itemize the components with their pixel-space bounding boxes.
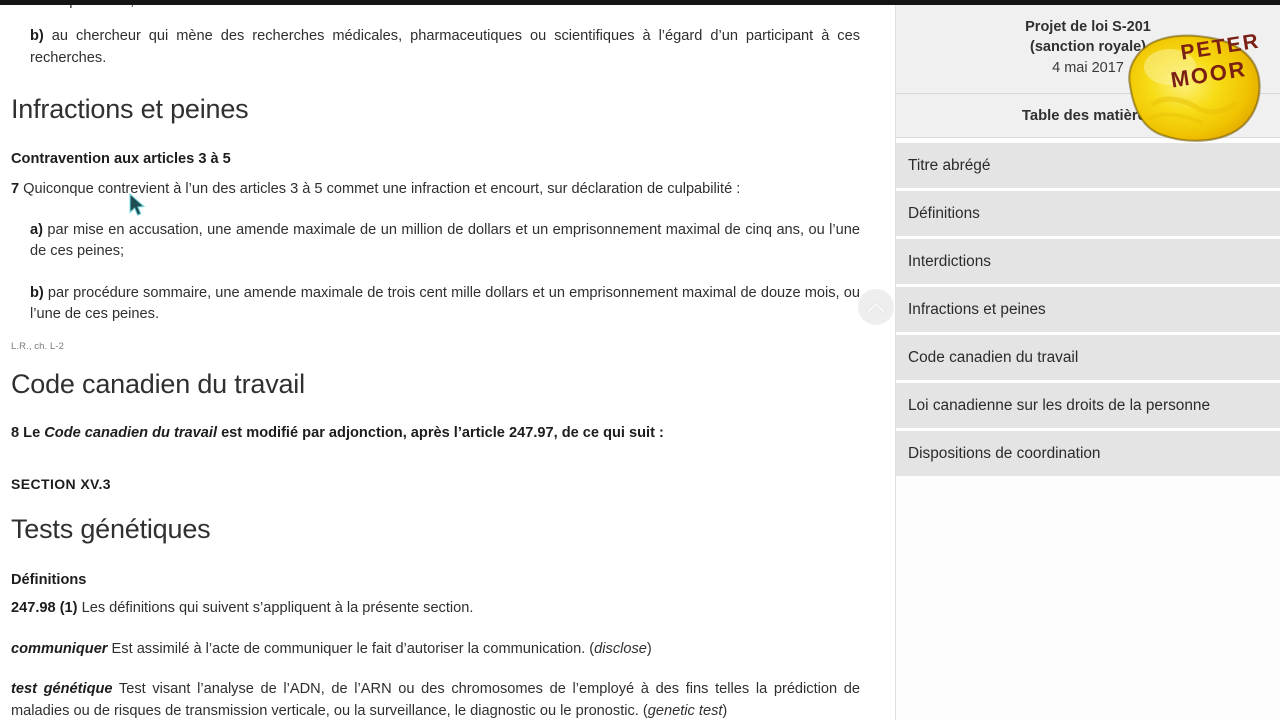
paragraph-b-researcher: b) au chercheur qui mène des recherches …	[30, 26, 860, 69]
paragraph-section-24798: 247.98 (1) Les définitions qui suivent s…	[11, 598, 860, 619]
toc-item-infractions-et-peines[interactable]: Infractions et peines	[896, 287, 1280, 332]
definition-term: communiquer	[11, 640, 108, 657]
heading-contravention-articles: Contravention aux articles 3 à 5	[11, 151, 231, 168]
label-section-xv3: SECTION XV.3	[11, 476, 111, 493]
definition-english-term: genetic test	[647, 702, 723, 719]
definition-test-genetique: test génétique Test visant l’analyse de …	[11, 679, 860, 720]
chevron-up-icon	[865, 301, 887, 314]
definition-term: test génétique	[11, 681, 113, 698]
mouse-cursor	[128, 192, 148, 219]
paragraph-text: par procédure sommaire, une amende maxim…	[30, 284, 860, 323]
definition-body: Est assimilé à l’acte de communiquer le …	[107, 640, 595, 657]
document-content-column: d'une personne; b) au chercheur qui mène…	[0, 0, 888, 720]
definition-close: )	[722, 702, 728, 719]
paragraph-a-indictment: a) par mise en accusation, une amende ma…	[30, 220, 860, 263]
heading-infractions-et-peines: Infractions et peines	[11, 94, 249, 125]
paragraph-post: est modifié par adjonction, après l’arti…	[217, 425, 664, 442]
cursor-arrow-icon	[129, 192, 146, 216]
definition-communiquer: communiquer Est assimilé à l’acte de com…	[11, 639, 860, 660]
definition-body: Test visant l’analyse de l’ADN, de l’ARN…	[11, 681, 860, 719]
toc-item-dispositions-de-coordination[interactable]: Dispositions de coordination	[896, 431, 1280, 476]
paragraph-pre: Le	[19, 425, 45, 442]
definition-close: )	[646, 640, 652, 657]
paragraph-lead: b)	[30, 284, 44, 301]
paragraph-lead: 247.98 (1)	[11, 600, 78, 617]
bill-header: Projet de loi S-201 (sanction royale) 4 …	[896, 0, 1280, 94]
document-body: d'une personne; b) au chercheur qui mène…	[0, 0, 888, 720]
browser-viewport: d'une personne; b) au chercheur qui mène…	[0, 0, 1280, 720]
page-top-clip-band	[0, 0, 1280, 5]
bill-title-line1: Projet de loi S-201	[1025, 19, 1151, 35]
bill-date: 4 mai 2017	[1052, 60, 1124, 76]
toc-item-loi-canadienne-droits-personne[interactable]: Loi canadienne sur les droits de la pers…	[896, 383, 1280, 428]
heading-definitions: Définitions	[11, 571, 87, 588]
paragraph-lead: 8	[11, 425, 20, 442]
toc-item-definitions[interactable]: Définitions	[896, 191, 1280, 236]
toc-item-titre-abrege[interactable]: Titre abrégé	[896, 143, 1280, 188]
bill-title-line2: (sanction royale)	[1029, 38, 1147, 55]
toc-list: Titre abrégé Définitions Interdictions I…	[896, 138, 1280, 476]
paragraph-text: Les définitions qui suivent s’appliquent…	[77, 600, 474, 617]
toc-heading: Table des matières	[896, 94, 1280, 138]
heading-code-canadien-du-travail: Code canadien du travail	[11, 369, 305, 400]
toc-item-interdictions[interactable]: Interdictions	[896, 239, 1280, 284]
paragraph-b-summary: b) par procédure sommaire, une amende ma…	[30, 283, 860, 326]
paragraph-text: au chercheur qui mène des recherches méd…	[30, 28, 860, 66]
paragraph-section-8: 8 Le Code canadien du travail est modifi…	[11, 423, 860, 444]
toc-item-code-canadien-du-travail[interactable]: Code canadien du travail	[896, 335, 1280, 380]
paragraph-text: par mise en accusation, une amende maxim…	[30, 222, 860, 260]
scroll-to-top-button[interactable]	[858, 289, 894, 325]
paragraph-lead: 7	[11, 180, 20, 197]
heading-tests-genetiques: Tests génétiques	[11, 513, 211, 544]
table-of-contents-panel: Projet de loi S-201 (sanction royale) 4 …	[895, 0, 1280, 720]
definition-english-term: disclose	[594, 640, 647, 657]
citation-reference: L.R., ch. L-2	[11, 340, 65, 352]
paragraph-lead: a)	[30, 222, 43, 239]
paragraph-lead: b)	[30, 28, 44, 45]
paragraph-italic-title: Code canadien du travail	[44, 425, 218, 442]
